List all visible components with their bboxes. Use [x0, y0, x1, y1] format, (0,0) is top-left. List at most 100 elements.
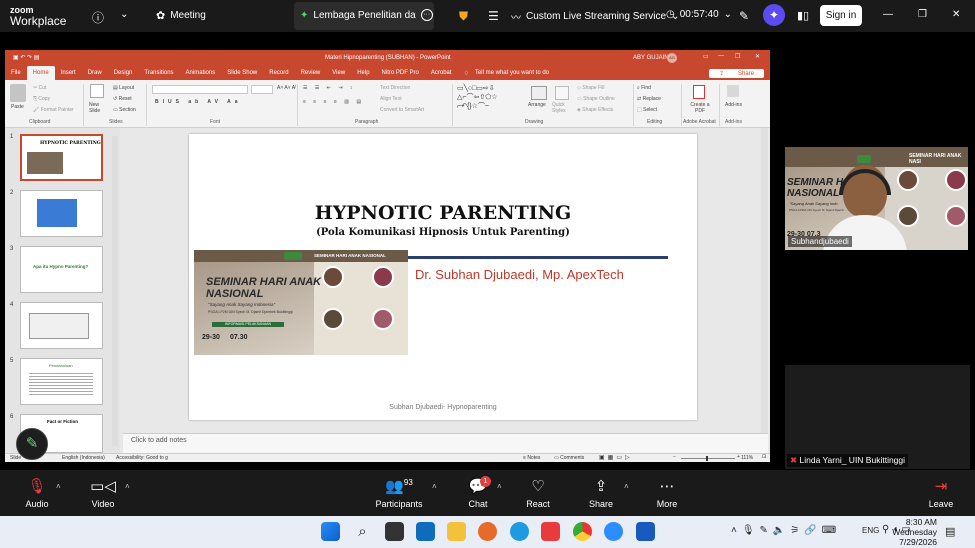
shape-outline-button[interactable]: ▭ Shape Outline	[577, 96, 615, 102]
windows-start-icon[interactable]	[321, 522, 340, 541]
paste-button[interactable]: Paste	[11, 104, 24, 110]
ppt-user-avatar[interactable]: AG	[667, 53, 677, 63]
text-direction-button[interactable]: Text Direction	[380, 85, 410, 91]
create-pdf-icon[interactable]	[693, 85, 705, 99]
tab-nitro[interactable]: Nitro PDF Pro	[376, 70, 425, 76]
tab-record[interactable]: Record	[263, 70, 294, 76]
zoom-slider[interactable]	[681, 458, 735, 459]
meeting-tab[interactable]: ✿ Meeting	[156, 9, 206, 22]
shape-fill-button[interactable]: ◇ Shape Fill	[577, 85, 604, 91]
arrange-icon[interactable]	[531, 86, 547, 100]
tab-review[interactable]: Review	[295, 70, 327, 76]
create-pdf-button[interactable]: Create a PDF	[689, 102, 711, 114]
zoom-slider-thumb[interactable]	[706, 456, 708, 461]
font-format-buttons[interactable]: BIUS ab AV Aa	[155, 99, 242, 105]
shared-screen-powerpoint[interactable]: ▣ ↶ ↷ ▤ Materi Hipnoparenting (SUBHAN) -…	[5, 50, 770, 462]
shapes-gallery[interactable]: ▭╲○□▭⇨⇩ △⌐⌒⇦⇧⬠☆ ⌐↶{}☆⌒~	[457, 84, 517, 114]
notes-toggle[interactable]: ≡ Notes	[523, 455, 540, 461]
close-icon[interactable]: ✕	[952, 9, 960, 20]
share-screen-button[interactable]: ⇪ Share	[588, 470, 614, 516]
more-button[interactable]: ⋯ More	[654, 470, 680, 516]
fit-slide-icon[interactable]: ⊡	[762, 454, 766, 460]
shape-effects-button[interactable]: ◈ Shape Effects	[577, 107, 613, 113]
layout-button[interactable]: ▤ Layout	[113, 85, 134, 91]
restore-icon[interactable]: ❐	[918, 9, 927, 20]
addins-icon[interactable]	[727, 85, 739, 97]
slide-thumbnail-5[interactable]: Pendahuluan	[20, 358, 103, 405]
notes-pane[interactable]: Click to add notes	[123, 433, 768, 453]
more-options-icon[interactable]: ···	[420, 9, 433, 21]
paste-icon[interactable]	[10, 84, 26, 102]
zoom-level[interactable]: 111%	[741, 455, 753, 461]
annotate-pen-button[interactable]: ✎	[16, 428, 48, 460]
participants-button[interactable]: 👥93 Participants	[374, 470, 424, 516]
system-tray-icons[interactable]: ˄🎙✎🔈⚞🔗⌨	[731, 525, 841, 536]
video-options-caret[interactable]: ˄	[125, 482, 130, 491]
video-button[interactable]: ▭◁ Video	[88, 470, 118, 516]
section-button[interactable]: ▭ Section	[113, 107, 136, 113]
taskbar-clock[interactable]: 8:30 AM Wednesday 7/29/2026	[892, 517, 937, 547]
slide-thumbnail-3[interactable]: Apa itu Hypno Parenting?	[20, 246, 103, 293]
zoom-out-icon[interactable]: −	[673, 454, 676, 460]
tab-acrobat[interactable]: Acrobat	[425, 70, 458, 76]
participants-options-caret[interactable]: ˄	[432, 482, 437, 491]
tab-animations[interactable]: Animations	[180, 70, 222, 76]
quick-styles-button[interactable]: Quick Styles	[552, 102, 572, 114]
chat-options-caret[interactable]: ˄	[497, 482, 502, 491]
addins-button[interactable]: Add-ins	[725, 102, 742, 108]
tab-home[interactable]: Home	[26, 66, 55, 80]
quick-styles-icon[interactable]	[555, 86, 569, 100]
tab-file[interactable]: File	[5, 70, 27, 76]
slide-thumbnail-2[interactable]	[20, 190, 103, 237]
find-button[interactable]: ⌕ Find	[637, 85, 651, 91]
tab-design[interactable]: Design	[108, 70, 139, 76]
zoom-in-icon[interactable]: +	[737, 454, 740, 460]
slide-scrollbar[interactable]	[761, 128, 768, 433]
status-language[interactable]: English (Indonesia)	[62, 455, 105, 461]
tell-me-search[interactable]: Tell me what you want to do	[475, 70, 555, 76]
zoom-app-icon[interactable]	[604, 522, 623, 541]
task-view-icon[interactable]	[385, 522, 404, 541]
react-button[interactable]: ♡ React	[525, 470, 551, 516]
file-explorer-icon[interactable]	[447, 522, 466, 541]
shield-icon[interactable]: ⛊	[459, 9, 468, 24]
participant-video-1[interactable]: SEMINAR HARI ANAK NASI SEMINAR HAR NASIO…	[785, 147, 968, 250]
thumb-scrollbar[interactable]	[112, 136, 118, 446]
save-icon[interactable]: ▣ ↶ ↷ ▤	[13, 54, 39, 61]
status-accessibility[interactable]: Accessibility: Good to g	[116, 455, 168, 461]
search-icon[interactable]: ⌕	[353, 522, 372, 541]
cut-button[interactable]: ✂ Cut	[33, 85, 46, 91]
ppt-restore-icon[interactable]: ❐	[735, 53, 740, 60]
slide-canvas[interactable]: HYPNOTIC PARENTING (Pola Komunikasi Hipn…	[189, 134, 697, 420]
leave-button[interactable]: ⇥ Leave	[928, 470, 954, 516]
widgets-icon[interactable]	[416, 522, 435, 541]
convert-smartart-button[interactable]: Convert to SmartArt	[380, 107, 424, 113]
tab-draw[interactable]: Draw	[82, 70, 108, 76]
ribbon-display-icon[interactable]: ▭	[703, 53, 709, 60]
sign-in-button[interactable]: Sign in	[820, 5, 862, 26]
meeting-timer[interactable]: ◷ 00:57:40 ⌄	[666, 9, 732, 20]
select-button[interactable]: ⬚ Select	[637, 107, 657, 113]
slide-thumbnail-1[interactable]: HYPNOTIC PARENTING	[20, 134, 103, 181]
chevron-down-icon[interactable]: ⌄	[120, 9, 128, 20]
language-indicator[interactable]: ENG	[862, 526, 879, 535]
format-painter-button[interactable]: 🖌 Format Painter	[33, 107, 74, 113]
replace-button[interactable]: ⇄ Replace	[637, 96, 661, 102]
share-options-caret[interactable]: ˄	[624, 482, 629, 491]
tab-slide-show[interactable]: Slide Show	[221, 70, 263, 76]
wps-icon[interactable]	[541, 522, 560, 541]
font-size-select[interactable]	[251, 85, 273, 94]
chrome-icon[interactable]	[573, 522, 592, 541]
view-buttons[interactable]: ▣▦▭▷	[599, 454, 633, 461]
slide-thumbnail-4[interactable]	[20, 302, 103, 349]
firefox-icon[interactable]	[478, 522, 497, 541]
new-slide-icon[interactable]	[90, 84, 104, 98]
tab-insert[interactable]: Insert	[55, 70, 82, 76]
bullets-icon[interactable]: ☰ ☰ ⇤ ⇥ ↕	[303, 85, 355, 91]
minimize-icon[interactable]: —	[883, 9, 893, 20]
notifications-icon[interactable]: ▤	[945, 525, 955, 538]
audio-button[interactable]: 🎙 Audio	[22, 470, 52, 516]
copy-button[interactable]: ⎘ Copy	[33, 96, 50, 102]
reset-button[interactable]: ↺ Reset	[113, 96, 132, 102]
align-icons[interactable]: ≡ ≡ ≡ ≡ ▥ ▤	[303, 99, 364, 105]
